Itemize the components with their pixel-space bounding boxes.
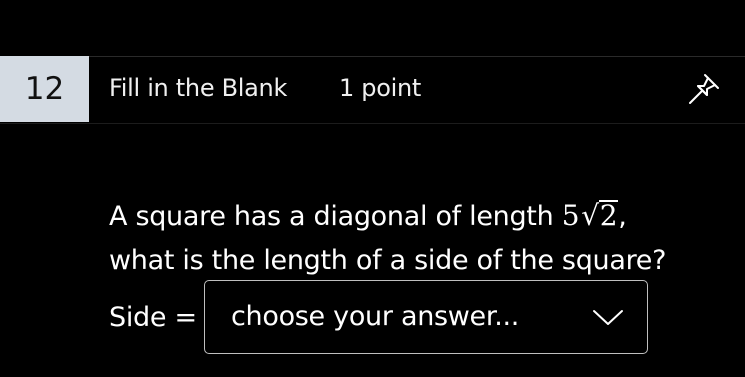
prompt-text-start: A square has a diagonal of length: [109, 201, 562, 232]
question-number-badge: 12: [0, 56, 89, 122]
question-points-label: 1 point: [339, 74, 422, 102]
answer-dropdown[interactable]: choose your answer...: [204, 280, 648, 354]
prompt-comma: ,: [618, 201, 627, 232]
math-expression: 5√2: [562, 199, 619, 232]
answer-label: Side =: [109, 301, 197, 333]
pin-icon[interactable]: [683, 70, 723, 110]
radicand: 2: [598, 199, 619, 232]
prompt-text-end: what is the length of a side of the squa…: [109, 245, 667, 276]
answer-row: Side =: [109, 280, 207, 354]
math-coefficient: 5: [561, 199, 580, 232]
square-root: √2: [579, 194, 619, 238]
radical-sign: √: [581, 199, 599, 232]
question-prompt: A square has a diagonal of length 5√2, w…: [109, 194, 729, 283]
question-type-label: Fill in the Blank: [109, 74, 288, 102]
chevron-down-icon: [593, 310, 623, 325]
dropdown-placeholder: choose your answer...: [231, 301, 520, 332]
